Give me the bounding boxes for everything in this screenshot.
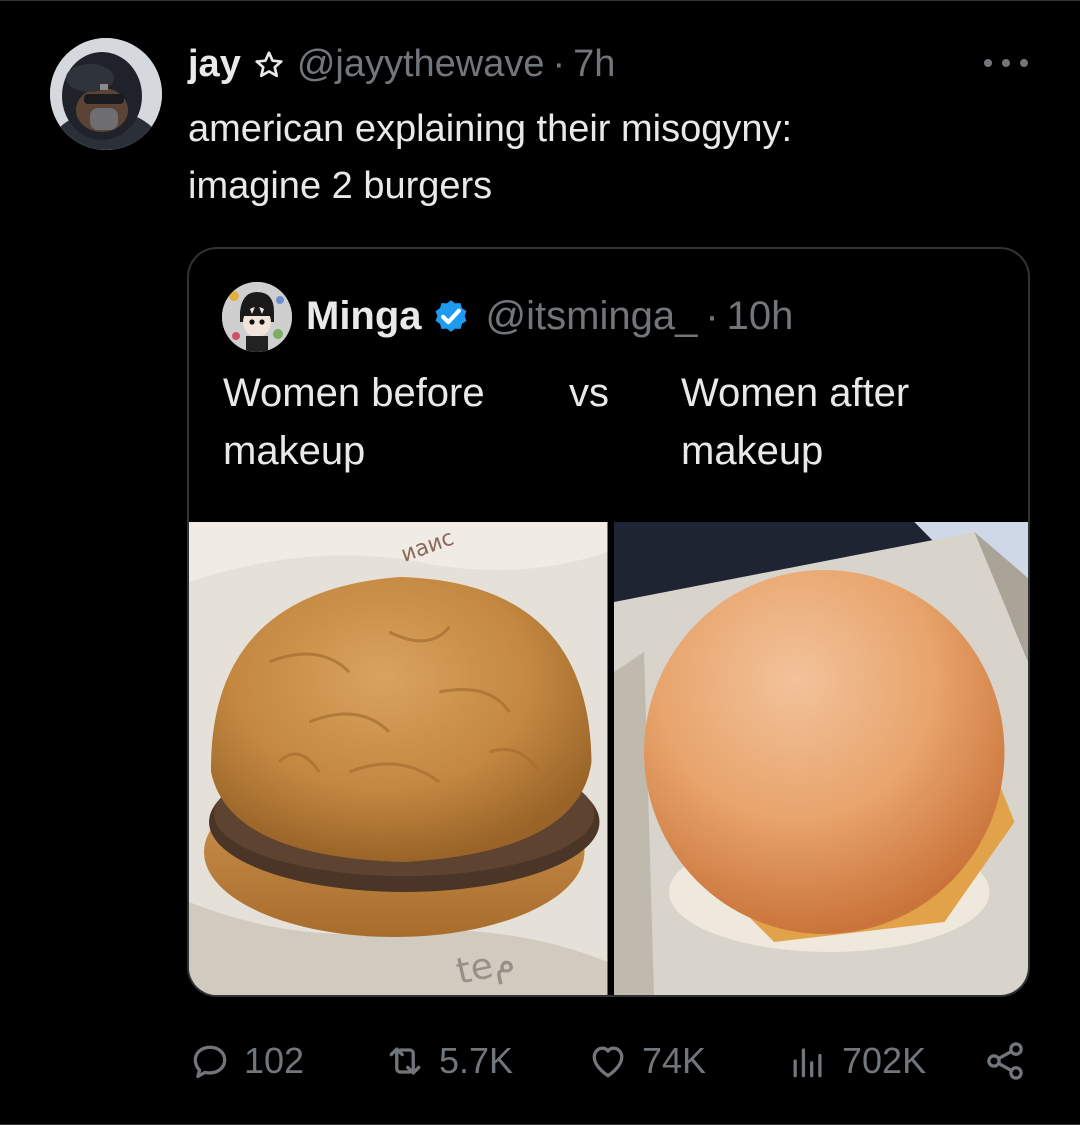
quoted-tweet[interactable]: Minga @itsminga_ · 10h Women before make… [187,247,1030,997]
reply-button[interactable]: 102 [188,1036,304,1086]
burger-smooth-bun-image[interactable] [613,522,1028,995]
quoted-media: иаис teم [189,522,1028,995]
reply-count: 102 [244,1040,305,1081]
tweet-text-line: imagine 2 burgers [188,165,493,207]
author-handle[interactable]: @jayythewave [297,43,545,86]
more-options-icon[interactable] [984,53,1028,73]
tweet-actions: 102 5.7K 74K 702K [188,1036,1028,1086]
separator-dot: · [552,42,566,85]
views-count: 702K [842,1040,927,1081]
share-icon [983,1039,1027,1083]
verified-badge-icon [430,295,472,337]
quoted-text-right: Women after makeup [681,364,909,480]
tweet-timestamp[interactable]: 7h [573,43,615,86]
like-button[interactable]: 74K [586,1036,706,1086]
author-name[interactable]: jay [188,43,241,86]
quoted-author-name[interactable]: Minga [306,294,422,339]
quoted-text-vs: vs [569,371,609,415]
quoted-text-line: makeup [223,429,366,473]
repost-icon [383,1039,427,1083]
share-button[interactable] [983,1036,1027,1086]
quoted-text-line: Women after [681,371,910,415]
views-button[interactable]: 702K [786,1036,926,1086]
heart-icon [586,1039,630,1083]
burger-regular-image[interactable]: иаис teم [189,522,608,995]
star-icon [253,48,285,80]
tweet-header: jay @jayythewave · 7h [188,41,615,87]
quoted-avatar-image [222,282,292,352]
like-count: 74K [642,1040,707,1081]
tweet-text: american explaining their misogyny: imag… [188,101,1008,215]
reply-icon [188,1039,232,1083]
quoted-text-line: makeup [681,429,824,473]
repost-count: 5.7K [439,1040,514,1081]
views-chart-icon [786,1039,830,1083]
quoted-tweet-text: Women before makeup vs Women after makeu… [189,364,1028,484]
quoted-tweet-timestamp[interactable]: 10h [727,294,794,339]
quoted-author-handle[interactable]: @itsminga_ [486,294,698,339]
tweet[interactable]: jay @jayythewave · 7h american explainin… [0,0,1080,1125]
quoted-tweet-header: Minga @itsminga_ · 10h [306,291,793,341]
quoted-text-left: Women before makeup [223,364,485,480]
avatar-image [50,38,162,150]
tweet-text-line: american explaining their misogyny: [188,108,793,150]
repost-button[interactable]: 5.7K [383,1036,513,1086]
separator-dot: · [705,293,719,338]
author-avatar[interactable] [50,38,162,150]
quoted-author-avatar[interactable] [222,282,292,352]
quoted-text-line: Women before [223,371,485,415]
